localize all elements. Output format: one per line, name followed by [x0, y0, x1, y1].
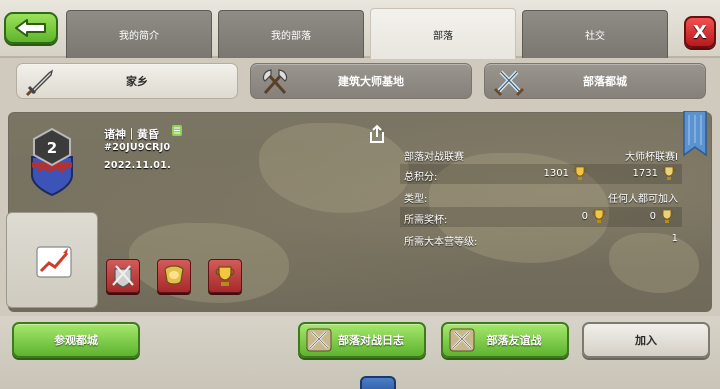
- tab-clans[interactable]: 部落: [370, 8, 516, 59]
- map-continent: [259, 123, 409, 213]
- required-townhall-row: 所需大本营等级: 1: [404, 233, 678, 248]
- friendly-war-button[interactable]: 部落友谊战: [441, 322, 569, 358]
- clan-type-row: 类型: 任何人都可加入: [404, 194, 678, 205]
- required-trophies-row: 所需奖杯: 0 0: [400, 207, 682, 227]
- trophy-icon: [592, 209, 606, 223]
- war-league-badge[interactable]: [157, 259, 191, 293]
- clan-date: 2022.11.01.: [104, 160, 172, 171]
- trophy-badge[interactable]: [208, 259, 242, 293]
- tab-profile[interactable]: 我的简介: [66, 10, 212, 58]
- league-shield-icon: [164, 265, 184, 285]
- war-log-button[interactable]: 部落对战日志: [298, 322, 426, 358]
- close-button[interactable]: X: [684, 16, 716, 48]
- crossed-swords-icon: [449, 328, 475, 352]
- subtab-home-village[interactable]: 家乡: [16, 63, 238, 99]
- tab-my-clan[interactable]: 我的部落: [218, 10, 364, 58]
- clan-tag: #20JU9CRJ0: [104, 142, 171, 153]
- clan-level: 2: [47, 139, 57, 157]
- join-button[interactable]: 加入: [582, 322, 710, 358]
- tab-social[interactable]: 社交: [522, 10, 668, 58]
- clan-badge-icon: 2: [31, 127, 73, 197]
- bookmark-icon[interactable]: [682, 111, 708, 157]
- rising-graph-icon: [36, 246, 72, 278]
- trophy-icon: [573, 166, 587, 180]
- subtab-builder-base[interactable]: 建筑大师基地: [250, 63, 472, 99]
- crossed-swords-icon: [306, 328, 332, 352]
- trophy-icon: [215, 266, 235, 286]
- back-arrow-icon: [15, 19, 46, 37]
- close-icon: X: [693, 21, 707, 43]
- chat-list-icon: [172, 125, 182, 136]
- partially-visible-button[interactable]: [360, 376, 396, 389]
- total-points-row: 总积分: 1301 1731: [400, 164, 682, 184]
- clan-name: 诸神｜黄昏: [104, 128, 159, 141]
- clan-stats-tab[interactable]: [6, 212, 98, 308]
- crossed-swords-shield-icon: [112, 265, 134, 288]
- share-icon[interactable]: [368, 124, 386, 144]
- subtab-clan-capital[interactable]: 部落都城: [484, 63, 706, 99]
- visit-capital-button[interactable]: 参观都城: [12, 322, 140, 358]
- war-league-row: 部落对战联赛 大师杯联赛I: [404, 152, 678, 163]
- builder-trophy-icon: [662, 166, 676, 180]
- back-button[interactable]: [4, 12, 58, 44]
- clan-war-badge[interactable]: [106, 259, 140, 293]
- builder-trophy-icon: [660, 209, 674, 223]
